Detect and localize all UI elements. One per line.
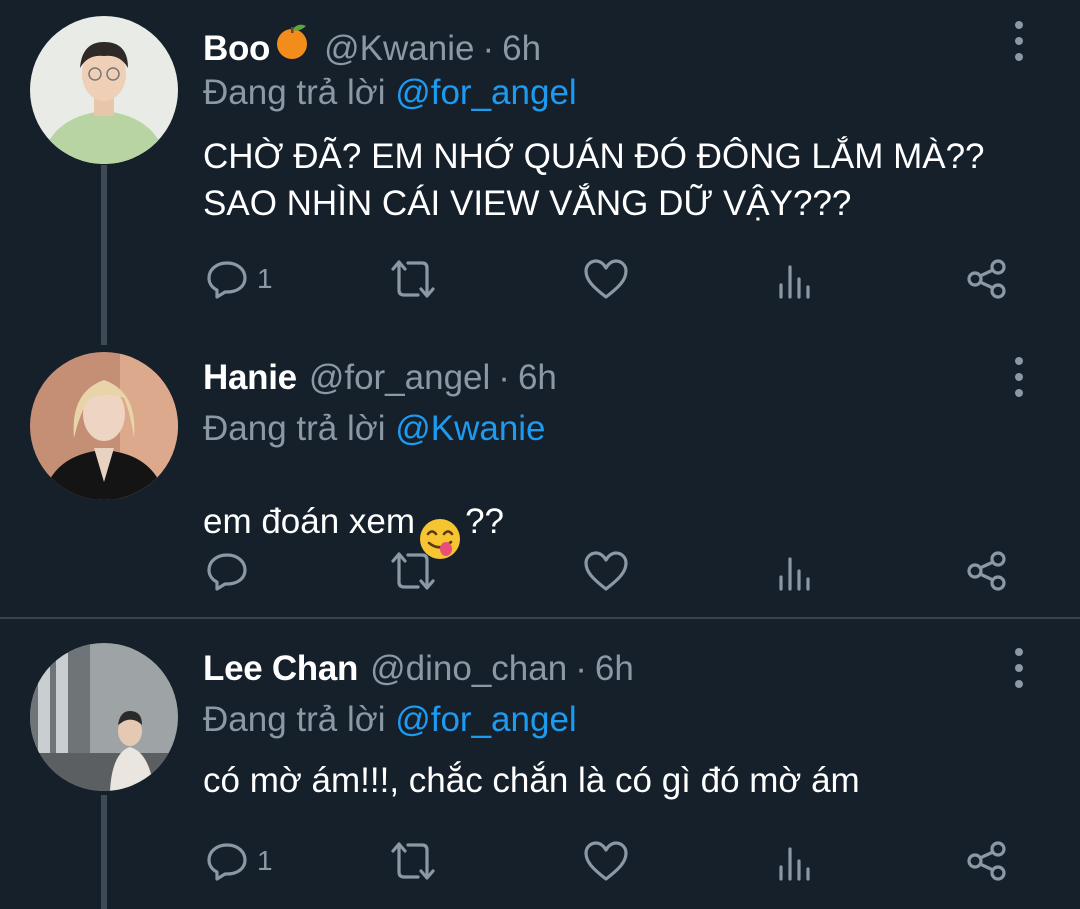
like-icon (584, 841, 628, 881)
share-button[interactable] (965, 546, 1009, 596)
more-options-icon[interactable] (1008, 21, 1030, 61)
retweet-button[interactable] (388, 836, 438, 886)
analytics-button[interactable] (775, 836, 815, 886)
thread-line (101, 165, 107, 345)
analytics-button[interactable] (775, 546, 815, 596)
more-options-icon[interactable] (1008, 648, 1030, 688)
retweet-button[interactable] (388, 254, 438, 304)
reply-count: 1 (257, 845, 273, 876)
retweet-icon (391, 842, 435, 880)
reply-mention-link[interactable]: @for_angel (395, 73, 576, 112)
like-icon (584, 259, 628, 299)
user-handle[interactable]: @for_angel (309, 358, 490, 398)
display-name[interactable]: Lee Chan (203, 649, 358, 689)
timestamp[interactable]: 6h (595, 649, 634, 689)
reply-button[interactable]: 1 (205, 254, 273, 304)
user-handle[interactable]: @dino_chan (370, 649, 567, 689)
tweet-text: CHỜ ĐÃ? EM NHỚ QUÁN ĐÓ ĐÔNG LẮM MÀ?? SAO… (203, 137, 985, 223)
display-name[interactable]: Boo (203, 29, 270, 69)
analytics-button[interactable] (775, 254, 815, 304)
reply-prefix: Đang trả lời (203, 73, 386, 112)
separator-dot: · (482, 29, 495, 68)
timestamp[interactable]: 6h (502, 29, 541, 69)
analytics-icon (779, 847, 810, 881)
action-bar: 1 (200, 836, 1030, 886)
share-icon (967, 841, 1006, 881)
retweet-button[interactable] (388, 546, 438, 596)
reply-button[interactable]: 1 (205, 836, 273, 886)
share-button[interactable] (965, 254, 1009, 304)
like-button[interactable] (583, 836, 629, 886)
action-bar: 1 (200, 254, 1030, 304)
separator-dot: · (498, 358, 510, 397)
reply-icon (207, 553, 247, 591)
retweet-icon (391, 552, 435, 590)
reply-prefix: Đang trả lời (203, 700, 386, 739)
like-button[interactable] (583, 546, 629, 596)
reply-prefix: Đang trả lời (203, 409, 386, 448)
tangerine-emoji (272, 22, 312, 65)
tweet-text-before: em đoán xem (203, 502, 416, 541)
analytics-icon (779, 265, 810, 299)
avatar[interactable] (30, 643, 178, 791)
share-icon (967, 259, 1006, 299)
replying-to: Đang trả lời @for_angel (203, 73, 577, 113)
user-handle[interactable]: @Kwanie (324, 29, 474, 69)
timestamp[interactable]: 6h (518, 358, 557, 398)
more-options-icon[interactable] (1008, 357, 1030, 397)
share-button[interactable] (965, 836, 1009, 886)
avatar[interactable] (30, 16, 178, 164)
reply-icon (207, 261, 247, 299)
tweet-text-after: ?? (465, 502, 504, 541)
replying-to: Đang trả lời @for_angel (203, 700, 577, 740)
reply-mention-link[interactable]: @for_angel (395, 700, 576, 739)
avatar[interactable] (30, 352, 178, 500)
reply-count: 1 (257, 263, 273, 294)
thread-line (101, 795, 107, 909)
analytics-icon (779, 557, 810, 591)
tweet-text: có mờ ám!!!, chắc chắn là có gì đó mờ ám (203, 761, 860, 800)
separator-dot: · (575, 649, 587, 688)
retweet-icon (391, 260, 435, 298)
display-name[interactable]: Hanie (203, 358, 297, 398)
replying-to: Đang trả lời @Kwanie (203, 409, 546, 449)
reply-icon (207, 843, 247, 881)
tweet-divider (0, 617, 1080, 619)
like-button[interactable] (583, 254, 629, 304)
action-bar (200, 546, 1030, 596)
share-icon (967, 551, 1006, 591)
like-icon (584, 551, 628, 591)
reply-button[interactable] (205, 546, 257, 596)
reply-mention-link[interactable]: @Kwanie (395, 409, 545, 448)
